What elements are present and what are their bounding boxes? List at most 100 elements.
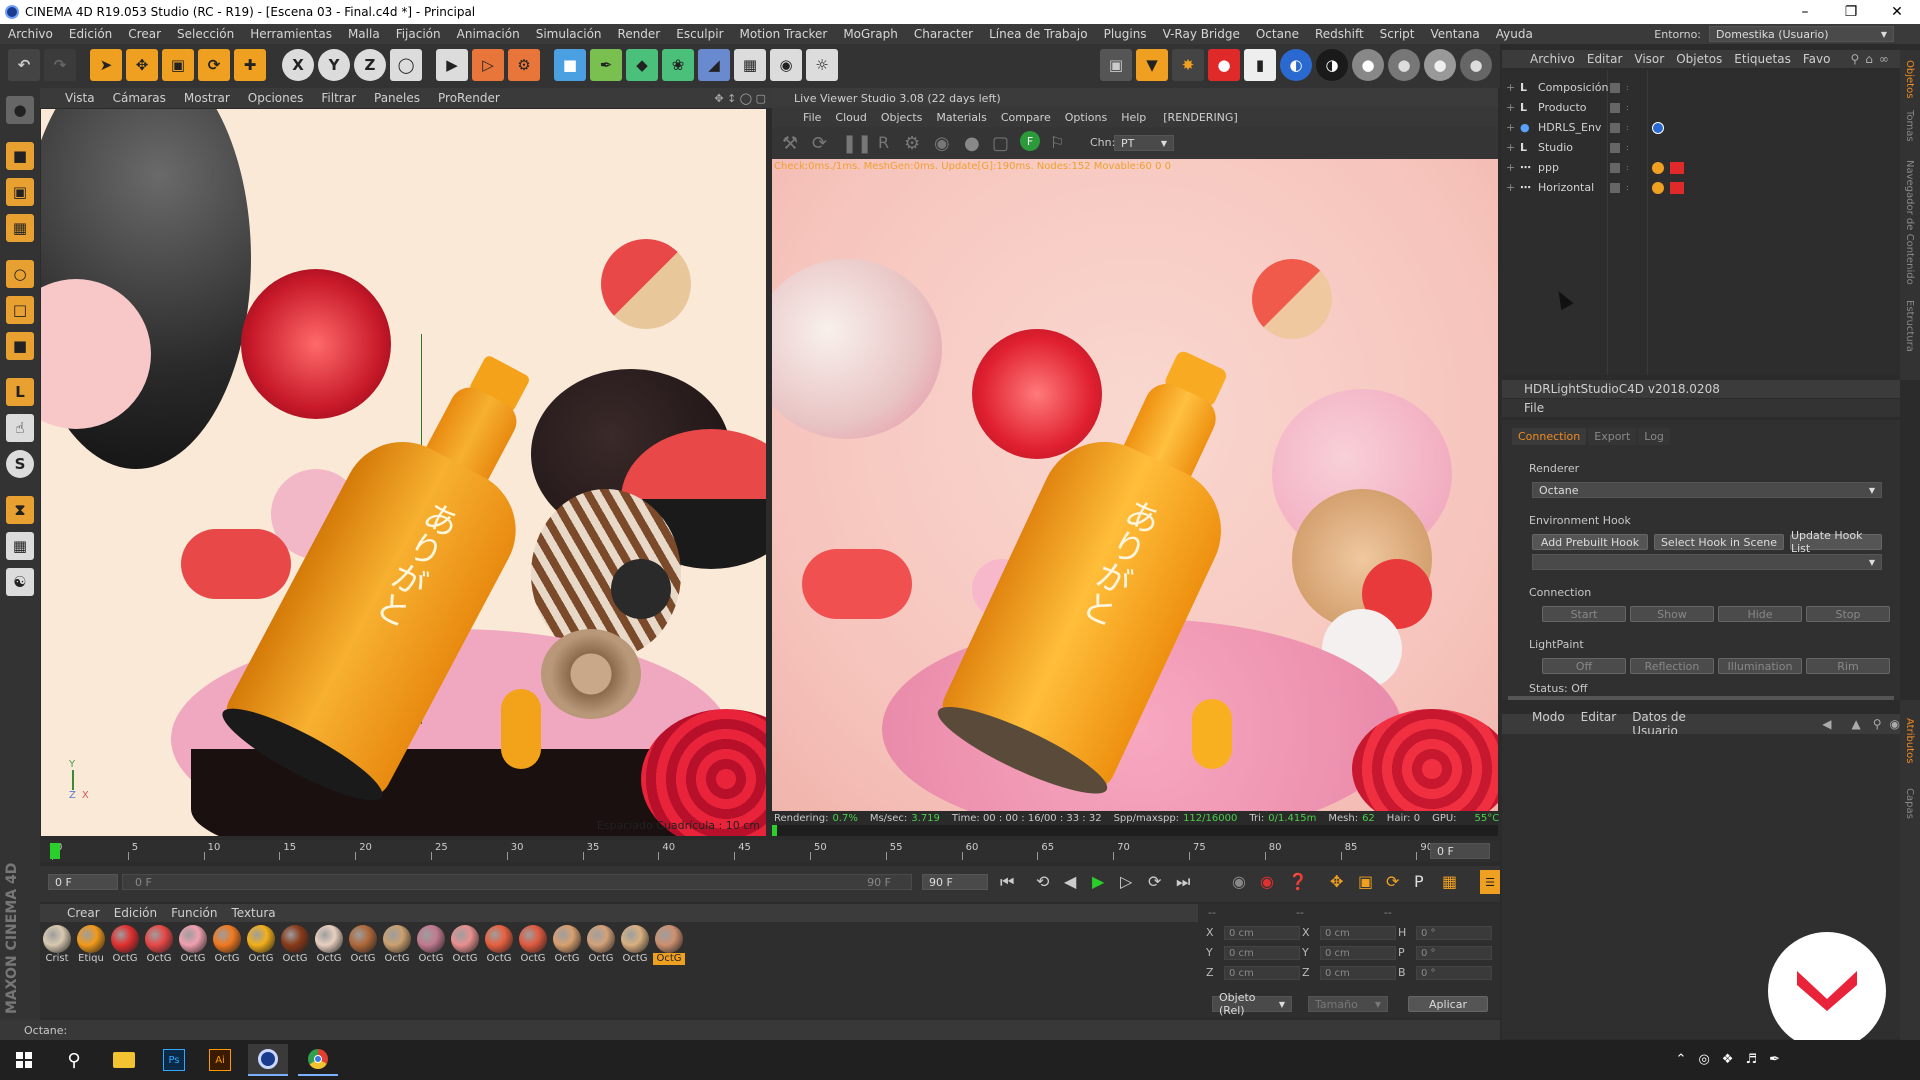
visibility-toggle-icon[interactable]	[1610, 122, 1620, 133]
object-menu-item-2[interactable]: Visor	[1628, 52, 1670, 66]
render-settings-icon[interactable]: ⚙	[508, 49, 540, 81]
menu-item-0[interactable]: Archivo	[0, 27, 61, 41]
material-menu-item-2[interactable]: Función	[164, 906, 224, 920]
model-mode-icon[interactable]: ■	[6, 142, 34, 170]
scale-tool-icon[interactable]: ▣	[162, 49, 194, 81]
floor-icon[interactable]: ▦	[734, 49, 766, 81]
expand-icon[interactable]: +	[1506, 121, 1516, 134]
coord-value-field[interactable]: 0 cm	[1320, 946, 1396, 960]
key-rotation-icon[interactable]: ⟳	[1386, 872, 1399, 891]
layer-dots-icon[interactable]: :	[1626, 143, 1629, 152]
material-swatch[interactable]: Etiqu	[75, 925, 107, 965]
menu-item-9[interactable]: Render	[610, 27, 669, 41]
start-frame-field[interactable]: 0 F	[48, 874, 118, 890]
prev-frame-icon[interactable]: ◀	[1064, 872, 1076, 891]
viewport-menu-item-4[interactable]: Filtrar	[312, 91, 365, 105]
menu-item-16[interactable]: V-Ray Bridge	[1155, 27, 1248, 41]
object-menu-item-5[interactable]: Favo	[1797, 52, 1837, 66]
expand-icon[interactable]: +	[1506, 141, 1516, 154]
edge-edit-icon[interactable]: □	[6, 296, 34, 324]
chrome-icon[interactable]	[298, 1044, 338, 1076]
layer-dots-icon[interactable]: :	[1626, 123, 1629, 132]
octane-texture-icon[interactable]: ◑	[1316, 49, 1348, 81]
transform-tool-icon[interactable]: ✚	[234, 49, 266, 81]
hide-button[interactable]: Hide	[1718, 606, 1802, 622]
menu-item-5[interactable]: Malla	[340, 27, 388, 41]
coord-value-field[interactable]: 0 °	[1416, 966, 1492, 980]
live-render-output[interactable]: Check:0ms./1ms. MeshGen:0ms. Update[G]:1…	[772, 159, 1498, 811]
menu-item-8[interactable]: Simulación	[528, 27, 610, 41]
stop-button[interactable]: Stop	[1806, 606, 1890, 622]
layer-dots-icon[interactable]: :	[1626, 83, 1629, 92]
menu-item-4[interactable]: Herramientas	[242, 27, 340, 41]
octane-object-tag-icon[interactable]	[1652, 181, 1664, 194]
volume-icon[interactable]: ♬	[1745, 1052, 1757, 1067]
menu-item-15[interactable]: Plugins	[1096, 27, 1155, 41]
home-icon[interactable]: ⌂	[1865, 52, 1873, 66]
current-frame-field[interactable]: 0 F	[1430, 843, 1490, 859]
coord-value-field[interactable]: 0 cm	[1224, 966, 1300, 980]
undo-icon[interactable]: ↶	[8, 49, 40, 81]
material-swatch[interactable]: OctG	[245, 925, 277, 965]
expand-icon[interactable]: +	[1506, 81, 1516, 94]
menu-item-21[interactable]: Ayuda	[1488, 27, 1541, 41]
tab-export[interactable]: Export	[1588, 428, 1637, 445]
polygon-edit-icon[interactable]: ■	[6, 332, 34, 360]
menu-item-19[interactable]: Script	[1372, 27, 1423, 41]
nav-back-icon[interactable]: ◀	[1822, 717, 1831, 731]
visibility-toggle-icon[interactable]	[1610, 182, 1620, 193]
render-tag-icon[interactable]	[1670, 181, 1684, 194]
key-scale-icon[interactable]: ▣	[1358, 872, 1373, 891]
search-icon[interactable]: ⚲	[1873, 717, 1882, 731]
hook-select[interactable]: ▼	[1532, 554, 1882, 570]
next-key-icon[interactable]: ⟳	[1148, 872, 1161, 891]
lightpaint-rim-button[interactable]: Rim	[1806, 658, 1890, 674]
object-row[interactable]: + ⋯ ppp:	[1502, 158, 1902, 177]
key-parameter-icon[interactable]: P	[1414, 872, 1424, 891]
viewport-menu-item-1[interactable]: Cámaras	[104, 91, 175, 105]
live-viewer-menu-item-6[interactable]: Help	[1114, 111, 1153, 124]
object-menu-item-0[interactable]: Archivo	[1524, 52, 1581, 66]
up-icon[interactable]: ▲	[1851, 717, 1860, 731]
renderer-select[interactable]: Octane ▼	[1532, 482, 1882, 498]
region-render-icon[interactable]: R	[878, 133, 889, 152]
side-tab-1[interactable]: Tomas	[1904, 110, 1915, 142]
windows-start-icon[interactable]	[4, 1044, 44, 1076]
live-viewer-menu-item-1[interactable]: Cloud	[828, 111, 873, 124]
object-menu-item-1[interactable]: Editar	[1581, 52, 1629, 66]
timeline-icon[interactable]: ☰	[1480, 870, 1500, 894]
layer-dots-icon[interactable]: :	[1626, 163, 1629, 172]
coord-value-field[interactable]: 0 cm	[1224, 946, 1300, 960]
live-viewer-menu-item-5[interactable]: Options	[1058, 111, 1114, 124]
lock-icon[interactable]: ◉	[1890, 717, 1900, 731]
tab-log[interactable]: Log	[1638, 428, 1670, 445]
light-icon[interactable]: ☼	[806, 49, 838, 81]
alpha-icon[interactable]: ▢	[992, 133, 1009, 154]
expand-icon[interactable]: +	[1506, 181, 1516, 194]
autokey-icon[interactable]: ◉	[1260, 872, 1274, 891]
material-swatch[interactable]: OctG	[653, 925, 685, 965]
material-swatch[interactable]: OctG	[143, 925, 175, 965]
coord-value-field[interactable]: 0 cm	[1224, 926, 1300, 940]
visibility-toggle-icon[interactable]	[1610, 142, 1620, 153]
pause-icon[interactable]: ❚❚	[842, 133, 872, 154]
material-menu-item-3[interactable]: Textura	[224, 906, 282, 920]
sphere-material-icon-4[interactable]: ●	[1460, 49, 1492, 81]
environment-select[interactable]: Domestika (Usuario) ▼	[1709, 26, 1894, 42]
maximize-button[interactable]: ❐	[1828, 0, 1874, 24]
cube-icon[interactable]: ■	[554, 49, 586, 81]
axis-mode-icon[interactable]: L	[6, 378, 34, 406]
visibility-toggle-icon[interactable]	[1610, 82, 1620, 93]
hdr-horizontal-scrollbar[interactable]	[1508, 696, 1894, 700]
coord-mode-select[interactable]: Objeto (Rel) ▼	[1212, 991, 1292, 1017]
viewport-nav-icon[interactable]: ✥ ↕ ◯ ▢	[714, 92, 766, 105]
octane-environment-tag-icon[interactable]	[1652, 121, 1664, 134]
render-picture-viewer-icon[interactable]: ▷	[472, 49, 504, 81]
viewport-menu-item-0[interactable]: Vista	[56, 91, 104, 105]
deformer-icon[interactable]: ◢	[698, 49, 730, 81]
live-viewer-menu-item-4[interactable]: Compare	[994, 111, 1058, 124]
coord-value-field[interactable]: 0 °	[1416, 946, 1492, 960]
range-slider[interactable]: 0 F 90 F	[122, 874, 912, 890]
visibility-toggle-icon[interactable]	[1610, 162, 1620, 173]
tools-icon[interactable]: ⚒	[782, 133, 798, 154]
